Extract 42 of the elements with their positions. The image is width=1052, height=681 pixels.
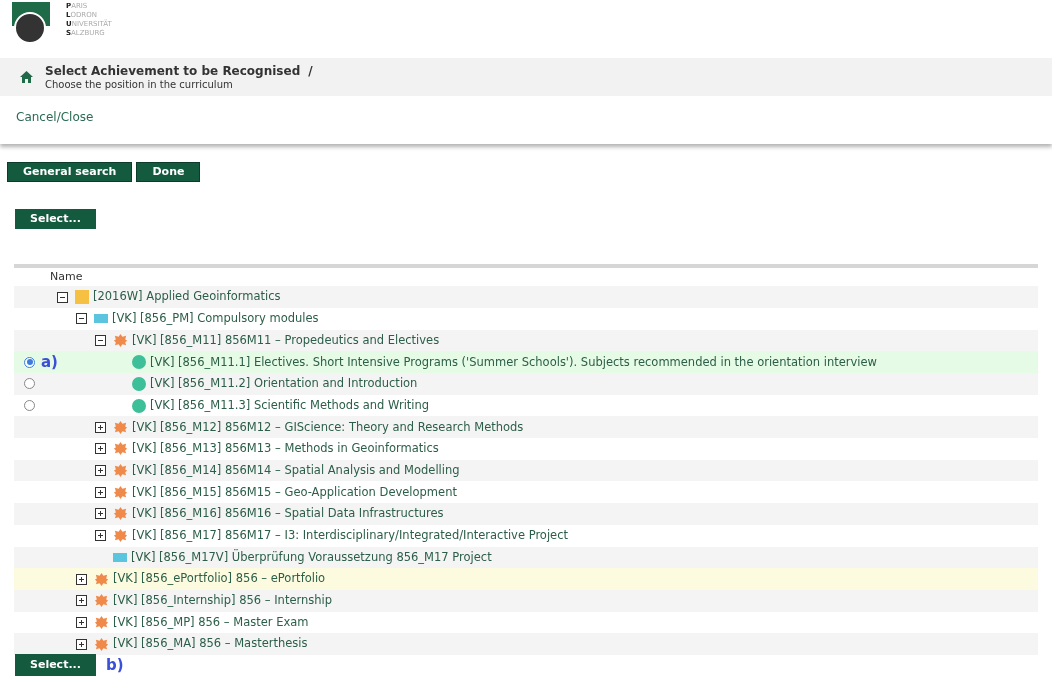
- tree-item[interactable]: [VK] [856_M11.1] Electives. Short Intensive Programs ('Summer Schools'). Subjects recommended in the orientation interview: [150, 353, 877, 371]
- page-subtitle: Choose the position in the curriculum: [45, 78, 234, 91]
- tree-item[interactable]: [VK] [856_ePortfolio] 856 – ePortfolio: [113, 570, 326, 588]
- home-icon[interactable]: [20, 71, 33, 83]
- select-button[interactable]: Select...: [15, 654, 96, 677]
- cancel-close-link[interactable]: Cancel/Close: [16, 110, 94, 124]
- radio-button[interactable]: [24, 356, 35, 368]
- expand-toggle[interactable]: [95, 486, 106, 498]
- expand-toggle[interactable]: [76, 616, 87, 628]
- tree-item[interactable]: [2016W] Applied Geoinformatics: [93, 288, 281, 306]
- column-header: Name: [50, 270, 83, 284]
- page-title: Select Achievement to be Recognised: [45, 63, 301, 79]
- select-button[interactable]: Select...: [15, 209, 96, 230]
- module-icon: [113, 552, 127, 562]
- expand-toggle[interactable]: [95, 421, 106, 433]
- radio-button[interactable]: [24, 400, 35, 412]
- tree-item[interactable]: [VK] [856_M11.3] Scientific Methods and Writing: [150, 396, 430, 415]
- folder-icon: [75, 290, 89, 305]
- action-button[interactable]: General search: [7, 162, 133, 182]
- radio-button[interactable]: [24, 378, 35, 390]
- tree-item[interactable]: [VK] [856_MP] 856 – Master Exam: [113, 613, 309, 632]
- annotation-label: a): [41, 354, 58, 370]
- collapse-toggle[interactable]: [57, 291, 68, 303]
- expand-toggle[interactable]: [76, 595, 87, 607]
- tree-item[interactable]: [VK] [856_M17] 856M17 – I3: Interdisciplinary/Integrated/Interactive Project: [132, 527, 568, 545]
- expand-toggle[interactable]: [76, 573, 87, 585]
- tree-item[interactable]: [VK] [856_PM] Compulsory modules: [112, 310, 319, 328]
- expand-toggle[interactable]: [95, 443, 106, 455]
- module-icon: [94, 314, 108, 324]
- tree-item[interactable]: [VK] [856_M15] 856M15 – Geo-Application Development: [132, 483, 457, 501]
- expand-toggle[interactable]: [95, 530, 106, 542]
- annotation-label: b): [105, 654, 124, 676]
- expand-toggle[interactable]: [95, 465, 106, 477]
- tree-item[interactable]: [VK] [856_Internship] 856 – Internship: [113, 592, 333, 610]
- expand-toggle[interactable]: [95, 508, 106, 520]
- title-separator: /: [308, 63, 313, 79]
- tree-item[interactable]: [VK] [856_MA] 856 – Masterthesis: [113, 635, 308, 653]
- collapse-toggle[interactable]: [76, 313, 87, 325]
- action-button[interactable]: Done: [136, 162, 201, 182]
- expand-toggle[interactable]: [76, 638, 87, 650]
- tree-item[interactable]: [VK] [856_M13] 856M13 – Methods in Geoinformatics: [132, 440, 439, 458]
- collapse-toggle[interactable]: [95, 334, 106, 346]
